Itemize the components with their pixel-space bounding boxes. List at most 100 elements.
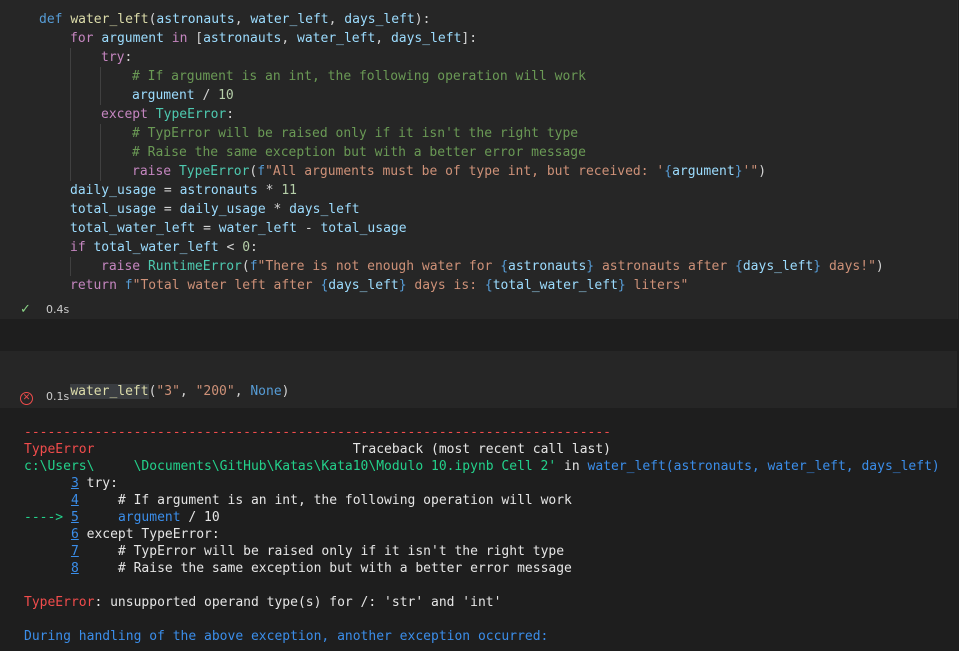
code-token: astronauts after [594,259,736,274]
code-token: ) [875,259,884,274]
code-line[interactable]: def water_left(astronauts, water_left, d… [39,10,430,29]
code-token: ]: [461,31,478,46]
code-line[interactable]: for argument in [astronauts, water_left,… [70,29,477,48]
code-token: except [101,107,156,122]
line-number-link[interactable]: 3 [71,476,79,491]
output-line: During handling of the above exception, … [24,628,548,645]
code-token: { [664,164,673,179]
code-token: : [226,107,235,122]
code-token: water_left [250,12,329,27]
output-token: water_left(astronauts, water_left, days_… [587,459,940,474]
code-token: days_left [390,31,462,46]
output-token: ----> [24,510,71,525]
code-token: astronauts [179,183,266,198]
code-token: # TypError will be raised only if it isn… [132,126,579,141]
output-line: 6 except TypeError: [24,526,220,543]
line-number-link[interactable]: 4 [71,493,79,508]
cell-status-bar: ✕ 0.1s [0,388,300,406]
code-line[interactable]: return f"Total water left after {days_le… [70,276,688,295]
output-token: ----------------------------------------… [24,425,611,440]
code-token: } [398,278,407,293]
code-token: in [171,31,196,46]
code-token: return [70,278,125,293]
output-line: 7 # TypError will be raised only if it i… [24,543,564,560]
output-token: : unsupported operand type(s) for /: 'st… [94,595,502,610]
code-token: < [226,240,243,255]
output-token: c:\Users\ \Documents\GitHub\Katas\Kata10… [24,459,557,474]
code-token: f [249,259,258,274]
output-token [24,476,71,491]
code-line[interactable]: except TypeError: [101,105,234,124]
code-token: { [500,259,509,274]
code-token: total_usage [320,221,407,236]
error-circle-icon: ✕ [20,392,33,405]
code-token: 10 [218,88,234,103]
code-line[interactable]: total_usage = daily_usage * days_left [70,200,360,219]
output-token [24,527,71,542]
code-line[interactable]: argument / 10 [132,86,234,105]
check-icon: ✓ [20,302,31,317]
code-line[interactable]: if total_water_left < 0: [70,238,258,257]
code-line[interactable]: raise TypeError(f"All arguments must be … [132,162,766,181]
output-token [79,510,118,525]
code-token: = [163,202,180,217]
output-token: TypeError [24,442,95,457]
line-number-link[interactable]: 5 [71,510,79,525]
code-token: '" [742,164,759,179]
code-token: astronauts [156,12,235,27]
output-line: TypeError Traceback (most recent call la… [24,441,611,458]
output-token: Traceback (most recent call last) [94,442,612,457]
line-number-link[interactable]: 8 [71,561,79,576]
code-line[interactable]: # TypError will be raised only if it isn… [132,124,578,143]
code-line[interactable]: total_water_left = water_left - total_us… [70,219,407,238]
code-line[interactable]: daily_usage = astronauts * 11 [70,181,297,200]
code-token: daily_usage [179,202,274,217]
output-token: # TypError will be raised only if it isn… [78,544,565,559]
code-token: for [70,31,102,46]
code-cell-2[interactable]: water_left("3", "200", None) ✕ 0.1s [0,351,957,408]
output-token: # If argument is an int, the following o… [78,493,572,508]
line-number-link[interactable]: 7 [71,544,79,559]
code-token: ) [758,164,767,179]
code-token: if [70,240,94,255]
code-token: "Total water left after [132,278,321,293]
code-token: days_left [289,202,360,217]
code-line[interactable]: # If argument is an int, the following o… [132,67,586,86]
code-line[interactable]: water_left("3", "200", None) [39,363,290,399]
code-line[interactable]: raise RuntimeError(f"There is not enough… [101,257,884,276]
code-token: liters" [625,278,689,293]
code-token: { [484,278,493,293]
code-token: / [202,88,219,103]
code-token: total_water_left [93,240,227,255]
indent-guide [100,124,101,181]
output-token: TypeError [24,595,95,610]
code-token: 0 [242,240,251,255]
code-token: , [375,31,391,46]
code-token: } [813,259,822,274]
execution-duration: 0.4s [46,303,70,316]
output-line: TypeError: unsupported operand type(s) f… [24,594,501,611]
output-token: # Raise the same exception but with a be… [78,561,572,576]
output-token: try: [78,476,118,491]
output-token [24,493,71,508]
output-line: 3 try: [24,475,118,492]
code-token: ): [414,12,431,27]
code-token: } [734,164,743,179]
code-cell-1[interactable]: def water_left (astronauts, water_left, d… [0,0,958,319]
code-token: days_left [742,259,814,274]
line-number-link[interactable]: 6 [71,527,79,542]
code-line[interactable]: try: [101,48,132,67]
code-token: days!" [821,259,876,274]
output-token: argument [117,510,181,525]
code-token: astronauts [508,259,587,274]
code-line[interactable]: # Raise the same exception but with a be… [132,143,586,162]
output-token: in [556,459,588,474]
code-token: TypeError [178,164,250,179]
code-token: * [265,183,282,198]
cell-status-bar: ✓ 0.4s [0,301,300,319]
code-token: * [273,202,290,217]
output-token: During handling of the above exception, … [24,629,549,644]
indent-guide [70,48,71,181]
code-token: = [163,183,180,198]
code-token: total_water_left [70,221,204,236]
